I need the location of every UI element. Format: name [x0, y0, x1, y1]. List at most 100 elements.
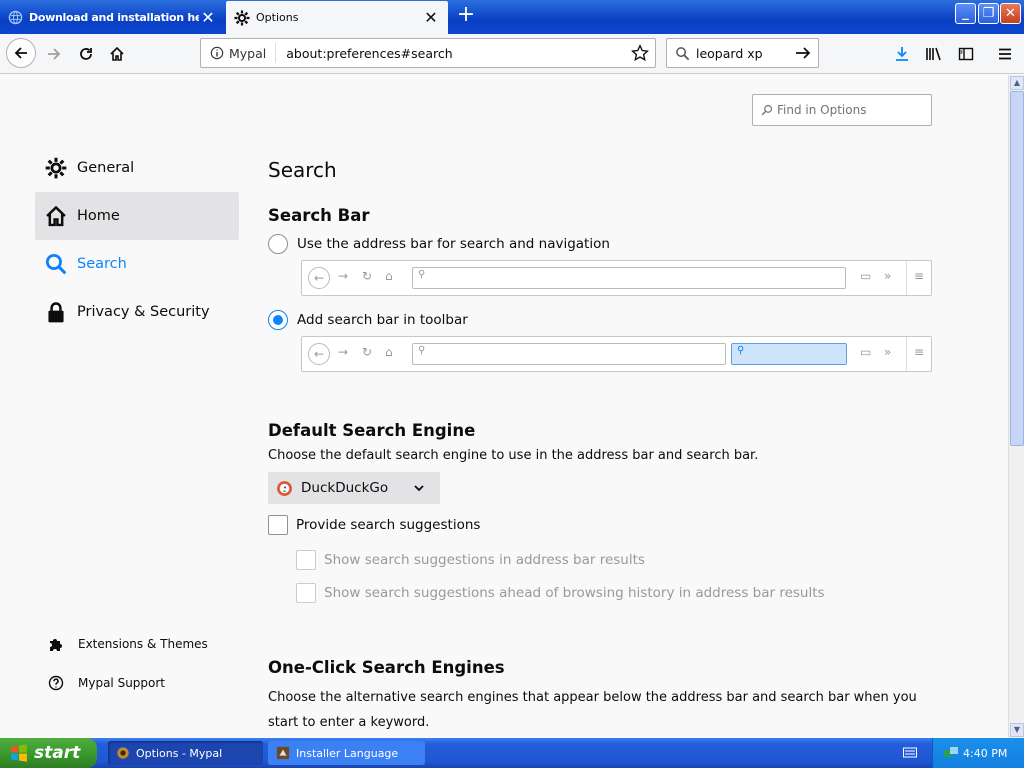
home-icon: ⌂ [385, 269, 393, 283]
url-field-preview [412, 343, 726, 365]
sidebar-icon: ▭ [860, 269, 872, 283]
sidebar-item-general[interactable]: General [35, 144, 239, 192]
keyboard-icon[interactable] [903, 746, 917, 762]
search-bar[interactable]: leopard xp [666, 38, 819, 68]
checkbox-label: Show search suggestions ahead of browsin… [324, 585, 825, 601]
arrow-right-icon [48, 48, 61, 60]
scroll-thumb[interactable] [1010, 91, 1024, 446]
checkbox[interactable] [296, 583, 316, 603]
one-click-description: Choose the alternative search engines th… [268, 690, 917, 730]
sidebar-item-privacy[interactable]: Privacy & Security [35, 288, 239, 336]
maximize-button[interactable]: ❐ [978, 3, 999, 24]
go-arrow-icon[interactable] [794, 45, 812, 61]
taskbar: start Options - Mypal Installer Language… [0, 738, 1024, 768]
url-field-preview [412, 267, 846, 289]
search-query[interactable]: leopard xp [696, 46, 794, 61]
taskbar-item-installer[interactable]: Installer Language [268, 741, 425, 765]
clock[interactable]: 4:40 PM [963, 747, 1007, 760]
library-button[interactable] [920, 40, 948, 68]
reload-button[interactable] [72, 40, 100, 68]
info-icon [210, 46, 224, 60]
support-link[interactable]: Mypal Support [48, 675, 165, 691]
extensions-themes-link[interactable]: Extensions & Themes [48, 636, 208, 652]
scroll-up-button[interactable]: ▲ [1010, 76, 1024, 90]
suggestions-ahead-checkbox[interactable]: Show search suggestions ahead of browsin… [296, 583, 825, 603]
default-engine-select[interactable]: DuckDuckGo [268, 472, 440, 504]
default-engine-description: Choose the default search engine to use … [268, 448, 759, 463]
tab-options[interactable]: Options ✕ [226, 1, 448, 34]
page-title: Search [268, 158, 337, 182]
puzzle-icon [50, 639, 62, 651]
sidebar-icon: ▭ [860, 345, 872, 359]
scroll-down-button[interactable]: ▼ [1010, 723, 1024, 737]
support-label: Mypal Support [78, 676, 166, 690]
help-icon [48, 675, 64, 691]
suggestions-address-bar-checkbox[interactable]: Show search suggestions in address bar r… [296, 550, 645, 570]
default-engine-heading: Default Search Engine [268, 421, 476, 440]
one-click-heading: One-Click Search Engines [268, 658, 505, 677]
provide-suggestions-checkbox[interactable]: Provide search suggestions [268, 515, 480, 535]
radio-button[interactable] [268, 234, 288, 254]
arrow-right-icon: → [338, 345, 349, 359]
sidebar-item-label: Home [77, 208, 120, 224]
navigation-toolbar: Mypal about:preferences#search leopard x… [0, 34, 1024, 74]
vertical-scrollbar[interactable]: ▲ ▼ [1008, 75, 1024, 738]
home-icon [46, 205, 66, 227]
radio-toolbar-search[interactable]: Add search bar in toolbar [268, 310, 468, 330]
arrow-left-icon: ← [308, 267, 330, 289]
sidebar-item-label: General [77, 160, 135, 176]
find-placeholder: Find in Options [777, 103, 867, 117]
bookmark-star-icon[interactable] [631, 44, 649, 62]
start-label: start [34, 743, 81, 763]
radio-button[interactable] [268, 310, 288, 330]
menu-button[interactable] [991, 40, 1019, 68]
forward-button[interactable] [40, 40, 68, 68]
close-icon[interactable]: ✕ [199, 8, 217, 27]
network-icon[interactable] [943, 746, 959, 760]
sidebar-item-home[interactable]: Home [35, 192, 239, 240]
checkbox[interactable] [268, 515, 288, 535]
arrow-left-icon [14, 47, 27, 59]
overflow-icon: » [884, 345, 892, 359]
hamburger-icon: ≡ [914, 269, 925, 283]
checkbox[interactable] [296, 550, 316, 570]
lock-icon [48, 302, 64, 323]
duckduckgo-icon [277, 480, 292, 496]
search-icon: ⚲ [418, 345, 426, 356]
taskbar-item-options[interactable]: Options - Mypal [108, 741, 263, 765]
home-button[interactable] [103, 40, 131, 68]
start-button[interactable]: start [0, 738, 97, 768]
checkbox-label: Show search suggestions in address bar r… [324, 552, 645, 568]
site-identity[interactable]: Mypal [201, 43, 277, 63]
radio-label: Use the address bar for search and navig… [297, 236, 610, 252]
reload-icon: ↻ [362, 345, 373, 359]
back-button[interactable] [6, 38, 36, 68]
hamburger-icon: ≡ [914, 345, 925, 359]
minimize-button[interactable]: _ [955, 3, 976, 24]
new-tab-button[interactable]: + [455, 4, 477, 28]
overflow-icon: » [884, 269, 892, 283]
toolbar-search-preview: ← → ↻ ⌂ ⚲ ⚲ ▭ » ≡ [301, 336, 932, 372]
extensions-label: Extensions & Themes [78, 637, 208, 651]
sidebar-button[interactable] [952, 40, 980, 68]
installer-icon [276, 746, 290, 760]
close-icon[interactable]: ✕ [422, 8, 440, 27]
sidebar-icon [958, 47, 974, 61]
download-icon [896, 47, 908, 61]
search-icon [761, 104, 773, 116]
sidebar-item-search[interactable]: Search [35, 240, 239, 288]
url-text[interactable]: about:preferences#search [286, 46, 631, 61]
hamburger-icon [999, 48, 1011, 60]
gear-icon [45, 157, 67, 179]
tab-download-help[interactable]: Download and installation help ✕ [0, 1, 225, 34]
search-icon [45, 253, 67, 275]
downloads-button[interactable] [888, 40, 916, 68]
radio-address-bar[interactable]: Use the address bar for search and navig… [268, 234, 610, 254]
divider [906, 261, 907, 295]
identity-label: Mypal [229, 45, 267, 61]
address-bar[interactable]: Mypal about:preferences#search [200, 38, 656, 68]
close-window-button[interactable]: ✕ [1000, 3, 1021, 24]
mypal-icon [117, 747, 129, 759]
find-in-options-input[interactable]: Find in Options [752, 94, 932, 126]
engine-name: DuckDuckGo [301, 480, 389, 496]
